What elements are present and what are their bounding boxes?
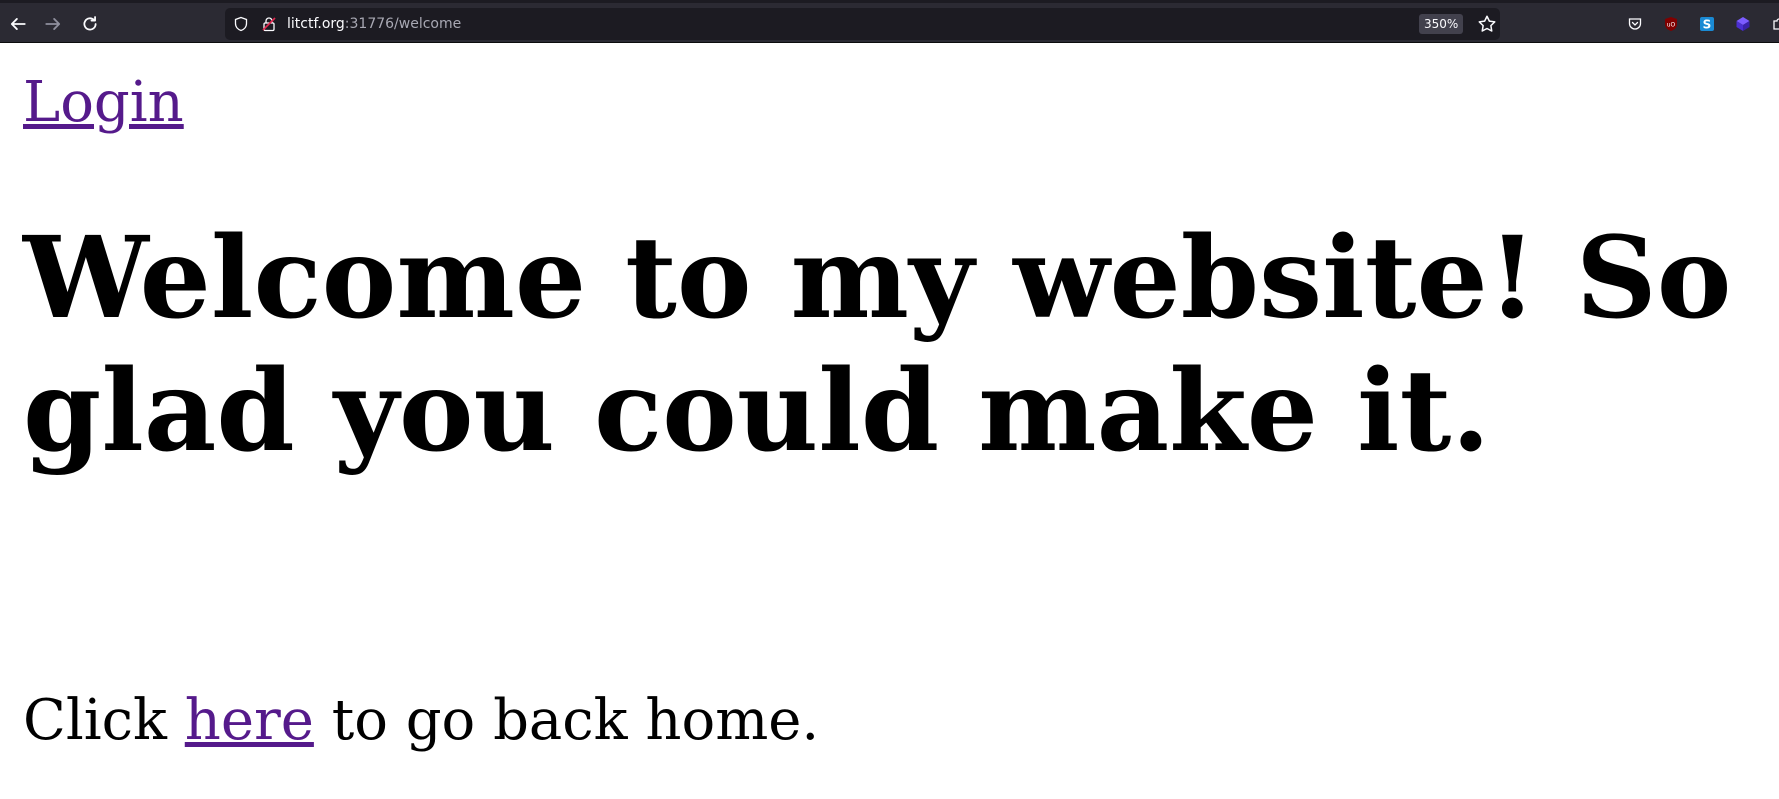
url-path: :31776/welcome <box>344 16 462 32</box>
zoom-level-badge[interactable]: 350% <box>1419 14 1464 34</box>
cube-extension-icon <box>1736 17 1750 31</box>
here-link[interactable]: here <box>185 688 314 753</box>
url-text[interactable]: litctf.org:31776/welcome <box>287 15 461 33</box>
insecure-lock-icon[interactable] <box>261 16 277 32</box>
ublock-origin-button[interactable]: uO <box>1661 14 1681 34</box>
forward-button[interactable] <box>41 12 65 36</box>
cube-extension-button[interactable] <box>1733 14 1753 34</box>
arrow-right-icon <box>45 18 61 30</box>
pocket-icon <box>1628 18 1642 30</box>
svg-text:S: S <box>1703 18 1712 32</box>
back-suffix: to go back home. <box>313 688 820 753</box>
reload-icon <box>83 16 97 31</box>
back-button[interactable] <box>6 12 30 36</box>
url-host: litctf.org <box>287 16 345 32</box>
login-link[interactable]: Login <box>23 68 184 138</box>
shield-icon[interactable] <box>233 16 249 32</box>
welcome-heading: Welcome to my website! So glad you could… <box>23 213 1732 477</box>
back-home-text: Click here to go back home. <box>23 686 819 756</box>
browser-toolbar: litctf.org:31776/welcome 350% uO S <box>0 0 1779 43</box>
address-bar[interactable]: litctf.org:31776/welcome 350% <box>225 8 1500 40</box>
bookmark-star-icon[interactable] <box>1477 14 1497 34</box>
puzzle-icon <box>1773 18 1779 30</box>
svg-text:uO: uO <box>1667 22 1676 29</box>
s-extension-button[interactable]: S <box>1697 14 1717 34</box>
reload-button[interactable] <box>78 12 102 36</box>
ublock-origin-icon: uO <box>1665 17 1677 31</box>
pocket-button[interactable] <box>1625 14 1645 34</box>
extensions-overflow-button[interactable] <box>1769 14 1779 34</box>
s-extension-icon: S <box>1700 17 1714 32</box>
back-prefix: Click <box>23 688 185 753</box>
arrow-left-icon <box>10 18 26 30</box>
